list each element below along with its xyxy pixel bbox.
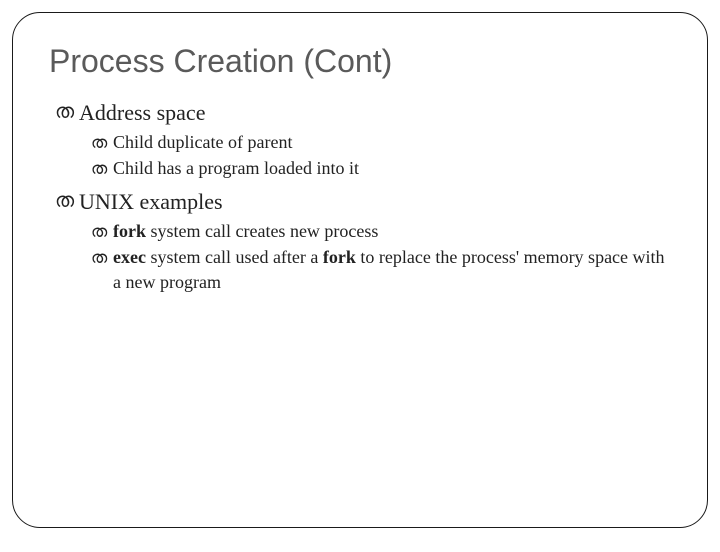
list-item: ത Child has a program loaded into it <box>91 156 671 181</box>
text: system call creates new process <box>146 221 378 241</box>
bullet-icon: ത <box>91 131 107 155</box>
text: Child duplicate of parent <box>113 132 292 152</box>
bold-text: exec <box>113 247 146 267</box>
bold-text: fork <box>323 247 356 267</box>
bullet-icon: ത <box>55 99 74 126</box>
text: UNIX examples <box>79 189 223 214</box>
list-item: ത fork system call creates new process <box>91 219 671 244</box>
bullet-icon: ത <box>91 220 107 244</box>
text: Address space <box>79 100 205 125</box>
text: Child has a program loaded into it <box>113 158 359 178</box>
text: system call used after a <box>146 247 323 267</box>
list-item: തexec system call used after a fork to r… <box>91 245 671 295</box>
slide-frame: Process Creation (Cont) തAddress spaceതC… <box>12 12 708 528</box>
sub-list: ത fork system call creates new process ത ex… <box>79 219 671 296</box>
bullet-icon: ത <box>55 188 74 215</box>
bold-text: fork <box>113 221 146 241</box>
list-item: തAddress spaceതChild duplicate of parent… <box>55 98 671 181</box>
list-item: തUNIX examplesതfork system call creates … <box>55 187 671 295</box>
bullet-list: തAddress spaceതChild duplicate of parent… <box>49 98 671 295</box>
bullet-icon: ത <box>91 246 107 270</box>
bullet-icon: ത <box>91 157 107 181</box>
slide-title: Process Creation (Cont) <box>49 43 671 80</box>
list-item: ത Child duplicate of parent <box>91 130 671 155</box>
sub-list: ത Child duplicate of parent ത Child has a p… <box>79 130 671 181</box>
